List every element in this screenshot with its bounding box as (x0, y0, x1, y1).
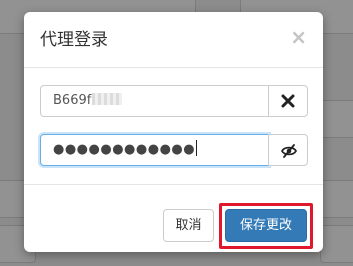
toggle-password-visibility-button[interactable] (268, 134, 308, 166)
password-masked-value: ●●●●●●●●●●●● (53, 142, 196, 157)
save-changes-button[interactable]: 保存更改 (225, 209, 307, 242)
username-input[interactable]: B669f (40, 85, 269, 117)
background-panel (320, 100, 353, 138)
modal-header: 代理登录 × (24, 12, 323, 68)
masked-text-blur (92, 93, 123, 105)
password-input-group: ●●●●●●●●●●●● (40, 134, 308, 166)
clear-username-button[interactable] (268, 85, 308, 117)
text-caret (196, 140, 198, 156)
background-panel (320, 180, 353, 218)
username-value: B669f (53, 93, 92, 108)
eye-slash-icon (281, 144, 297, 158)
password-input[interactable]: ●●●●●●●●●●●● (40, 134, 269, 166)
modal-footer: 取消 保存更改 (24, 184, 323, 252)
times-icon (281, 94, 295, 108)
cancel-button[interactable]: 取消 (163, 209, 214, 242)
agent-login-modal: 代理登录 × B669f ●●●●●●●●●●●● 取消 保存更改 (24, 12, 323, 252)
background-panel (320, 225, 353, 263)
username-input-group: B669f (40, 85, 308, 117)
close-icon[interactable]: × (290, 25, 307, 49)
modal-title: 代理登录 (40, 30, 108, 50)
